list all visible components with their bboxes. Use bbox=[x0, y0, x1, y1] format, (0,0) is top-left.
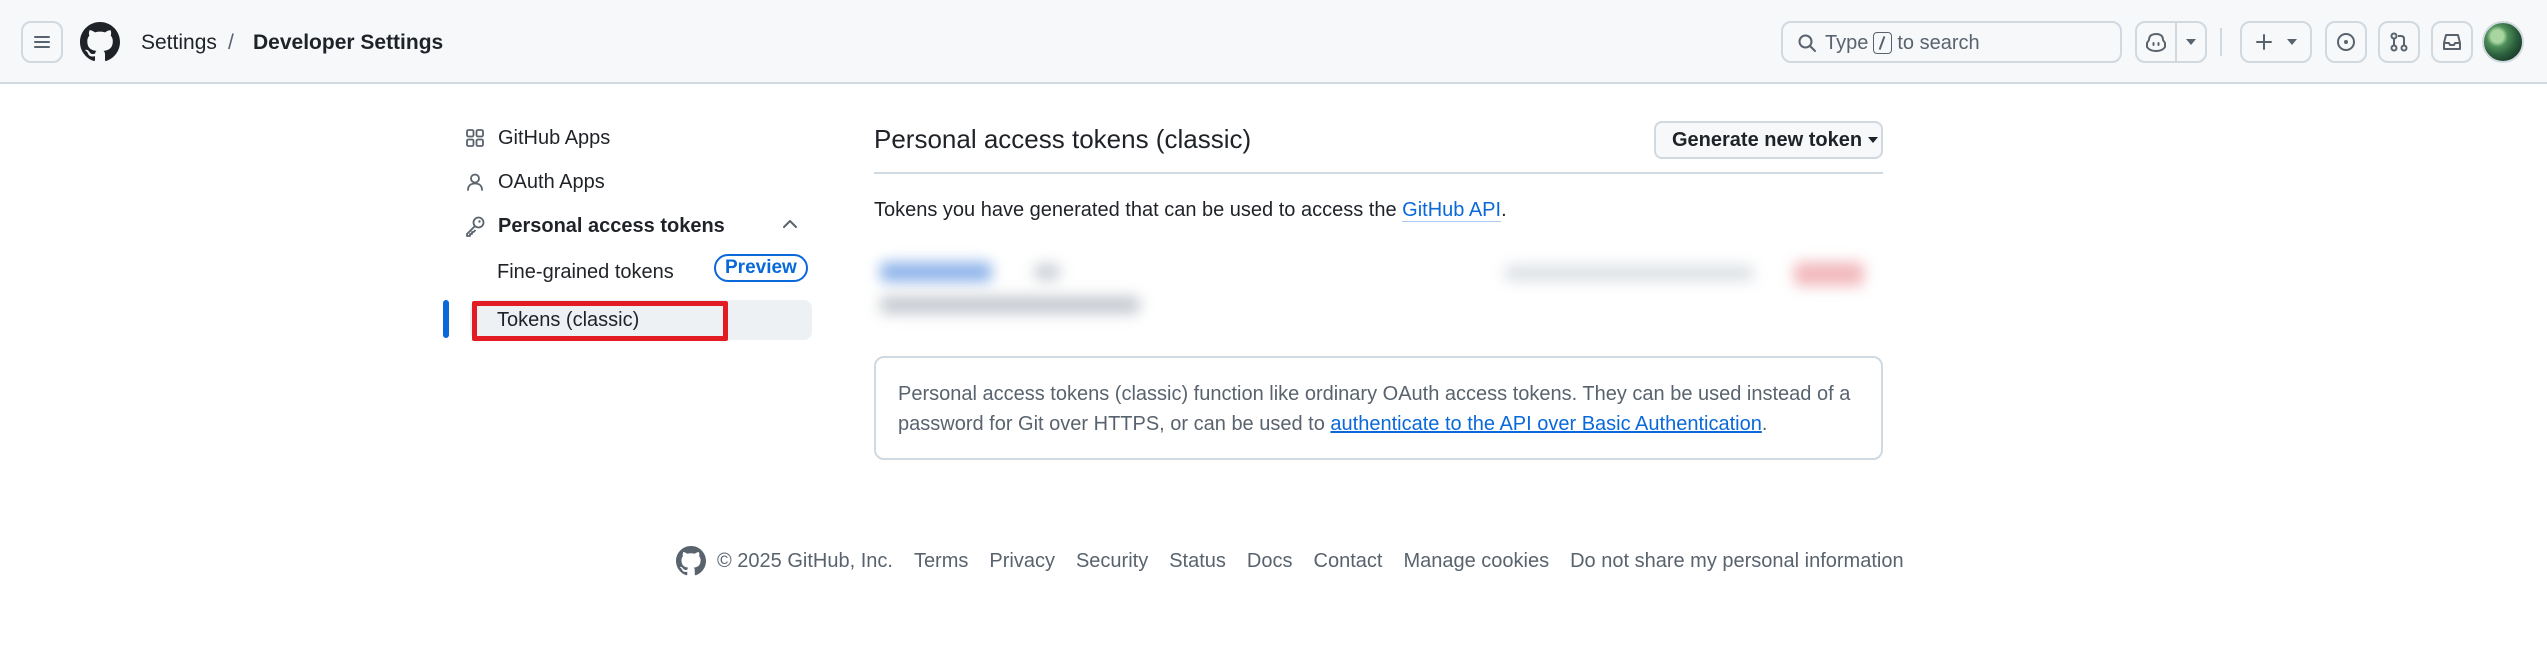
footer-link-do-not-share[interactable]: Do not share my personal information bbox=[1570, 548, 1904, 574]
active-indicator bbox=[443, 300, 449, 338]
generate-new-token-button[interactable]: Generate new token bbox=[1654, 121, 1883, 159]
footer-link-terms[interactable]: Terms bbox=[914, 548, 968, 574]
menu-button[interactable] bbox=[21, 21, 63, 63]
tokens-description: Tokens you have generated that can be us… bbox=[874, 197, 1507, 223]
sidebar-subitem-label: Tokens (classic) bbox=[497, 309, 640, 331]
info-note: Personal access tokens (classic) functio… bbox=[874, 356, 1883, 460]
caret-down-icon bbox=[2287, 39, 2297, 45]
sidebar-item-label: Personal access tokens bbox=[498, 215, 725, 237]
description-text: Tokens you have generated that can be us… bbox=[874, 199, 1397, 221]
note-suffix: . bbox=[1761, 413, 1768, 435]
footer-link-security[interactable]: Security bbox=[1076, 548, 1148, 574]
plus-icon bbox=[2256, 34, 2272, 50]
footer-link-contact[interactable]: Contact bbox=[1314, 548, 1383, 574]
footer-link-docs[interactable]: Docs bbox=[1247, 548, 1293, 574]
avatar[interactable] bbox=[2482, 21, 2524, 63]
footer-copyright: © 2025 GitHub, Inc. bbox=[717, 550, 893, 572]
chevron-up-icon[interactable] bbox=[781, 217, 799, 231]
search-placeholder: Type to search bbox=[1825, 31, 1980, 55]
pull-request-icon bbox=[2390, 32, 2408, 52]
search-icon bbox=[1798, 34, 1816, 52]
github-api-link[interactable]: GitHub API bbox=[1402, 199, 1502, 222]
issues-button[interactable] bbox=[2325, 21, 2367, 63]
key-icon bbox=[464, 215, 486, 237]
sidebar-item-github-apps[interactable]: GitHub Apps bbox=[464, 118, 812, 158]
github-footer-logo-icon[interactable] bbox=[676, 546, 706, 576]
token-list-item bbox=[874, 250, 1883, 330]
breadcrumb-separator: / bbox=[228, 31, 234, 54]
sidebar-subitem-tokens-classic[interactable]: Tokens (classic) bbox=[470, 300, 812, 340]
slash-key-icon bbox=[1873, 32, 1893, 54]
inbox-icon bbox=[2443, 34, 2461, 50]
create-new-button[interactable] bbox=[2240, 21, 2312, 63]
header-divider bbox=[2220, 28, 2222, 56]
redacted-token-details bbox=[880, 296, 1140, 314]
breadcrumb-settings[interactable]: Settings bbox=[141, 29, 217, 57]
page-title: Personal access tokens (classic) bbox=[874, 124, 1252, 154]
apps-grid-icon bbox=[464, 127, 486, 149]
sidebar-item-label: GitHub Apps bbox=[498, 127, 611, 149]
copilot-button-group bbox=[2135, 21, 2207, 63]
title-divider bbox=[874, 172, 1883, 174]
footer-link-manage-cookies[interactable]: Manage cookies bbox=[1403, 548, 1549, 574]
sidebar-item-personal-access-tokens[interactable]: Personal access tokens bbox=[464, 206, 812, 246]
redacted-token-scope bbox=[1034, 264, 1060, 280]
inbox-button[interactable] bbox=[2431, 21, 2473, 63]
person-icon bbox=[464, 171, 486, 193]
hamburger-icon bbox=[34, 36, 50, 48]
sidebar-item-oauth-apps[interactable]: OAuth Apps bbox=[464, 162, 812, 202]
description-suffix: . bbox=[1501, 199, 1507, 221]
redacted-token-expiry bbox=[1504, 265, 1754, 281]
basic-authentication-link[interactable]: authenticate to the API over Basic Authe… bbox=[1330, 413, 1761, 435]
redacted-token-name[interactable] bbox=[880, 262, 992, 282]
footer-link-privacy[interactable]: Privacy bbox=[989, 548, 1055, 574]
caret-down-icon bbox=[2186, 39, 2196, 45]
redacted-delete-button[interactable] bbox=[1794, 262, 1864, 286]
sidebar-subitem-label: Fine-grained tokens bbox=[497, 261, 674, 283]
global-header: Settings / Developer Settings Type to se… bbox=[0, 0, 2547, 84]
pull-requests-button[interactable] bbox=[2378, 21, 2420, 63]
search-placeholder-rest: to search bbox=[1897, 32, 1980, 54]
github-logo-icon[interactable] bbox=[80, 22, 120, 62]
copilot-dropdown-button[interactable] bbox=[2177, 23, 2205, 61]
generate-new-token-label: Generate new token bbox=[1672, 128, 1863, 151]
issue-circle-icon bbox=[2337, 33, 2355, 51]
copilot-button[interactable] bbox=[2137, 23, 2177, 61]
preview-badge: Preview bbox=[714, 254, 808, 282]
search-input[interactable]: Type to search bbox=[1781, 21, 2122, 63]
footer: © 2025 GitHub, Inc. Terms Privacy Securi… bbox=[676, 546, 1904, 576]
caret-down-icon bbox=[1868, 137, 1879, 143]
footer-link-status[interactable]: Status bbox=[1169, 548, 1226, 574]
search-placeholder-type: Type bbox=[1825, 32, 1869, 54]
breadcrumb-developer-settings[interactable]: Developer Settings bbox=[253, 29, 443, 57]
sidebar-item-label: OAuth Apps bbox=[498, 171, 605, 193]
copilot-icon bbox=[2146, 33, 2166, 52]
